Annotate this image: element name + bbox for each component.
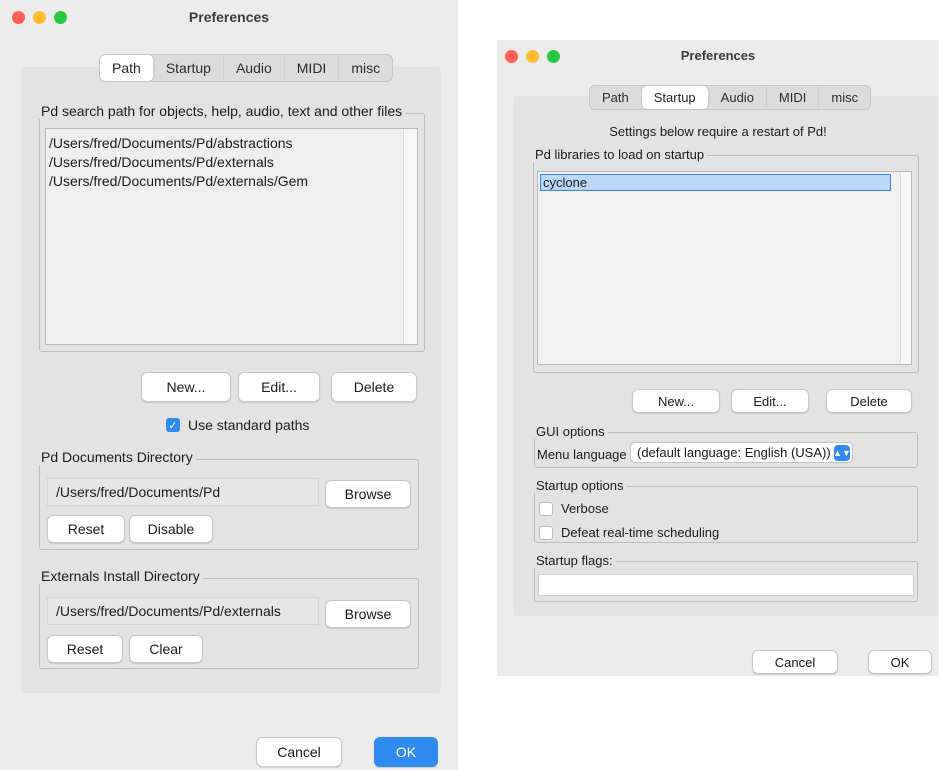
list-scrollbar[interactable] [900,172,911,364]
externals-dir-legend: Externals Install Directory [38,568,203,584]
tab-startup[interactable]: Startup [641,86,709,109]
list-item[interactable]: /Users/fred/Documents/Pd/abstractions [49,134,417,153]
tab-midi[interactable]: MIDI [285,55,340,81]
tab-bar: Path Startup Audio MIDI misc [99,54,394,82]
window-title: Preferences [680,48,756,63]
defeat-rt-label: Defeat real-time scheduling [561,525,720,540]
menu-language-label: Menu language [537,447,627,462]
menu-language-value: (default language: English (USA)) [637,445,831,460]
documents-disable-button[interactable]: Disable [129,515,213,543]
tab-audio[interactable]: Audio [709,86,767,109]
defeat-rt-box[interactable] [539,525,553,540]
startup-flags-legend: Startup flags: [533,553,616,568]
title-bar: Preferences [497,40,939,76]
libraries-list[interactable]: cyclone [537,171,912,365]
list-item[interactable]: cyclone [540,174,891,191]
preferences-window-path: Preferences Path Startup Audio MIDI misc… [0,0,458,770]
documents-reset-button[interactable]: Reset [47,515,125,543]
verbose-checkbox[interactable]: Verbose [539,501,609,516]
externals-browse-button[interactable]: Browse [325,600,411,628]
documents-dir-legend: Pd Documents Directory [38,449,196,465]
preferences-window-startup: Preferences Path Startup Audio MIDI misc… [497,40,939,676]
chevron-up-down-icon[interactable]: ▲▼ [833,445,851,461]
search-path-group: Pd search path for objects, help, audio,… [38,103,425,352]
tab-path[interactable]: Path [590,86,642,109]
libraries-legend: Pd libraries to load on startup [532,147,708,162]
startup-flags-input[interactable] [538,574,914,596]
tab-midi[interactable]: MIDI [767,86,820,109]
search-path-list[interactable]: /Users/fred/Documents/Pd/abstractions /U… [45,128,418,345]
edit-library-button[interactable]: Edit... [731,389,809,413]
cancel-button[interactable]: Cancel [256,737,342,767]
new-library-button[interactable]: New... [632,389,720,413]
tab-misc[interactable]: misc [339,55,392,81]
verbose-box[interactable] [539,501,553,516]
menu-language-select[interactable]: (default language: English (USA)) ▲▼ [630,442,853,463]
externals-clear-button[interactable]: Clear [129,635,203,663]
startup-options-legend: Startup options [533,478,627,493]
use-standard-paths-label: Use standard paths [188,417,310,433]
delete-library-button[interactable]: Delete [826,389,912,413]
list-item[interactable]: /Users/fred/Documents/Pd/externals [49,153,417,172]
window-title: Preferences [188,9,270,25]
tab-bar: Path Startup Audio MIDI misc [589,85,872,110]
ok-button[interactable]: OK [374,737,438,767]
list-item[interactable]: /Users/fred/Documents/Pd/externals/Gem [49,172,417,191]
edit-path-button[interactable]: Edit... [238,372,320,402]
documents-browse-button[interactable]: Browse [325,480,411,508]
checkmark-icon[interactable]: ✓ [166,418,180,432]
delete-path-button[interactable]: Delete [331,372,417,402]
cancel-button[interactable]: Cancel [752,650,838,674]
externals-dir-field[interactable]: /Users/fred/Documents/Pd/externals [47,597,319,625]
libraries-group: Pd libraries to load on startup cyclone [532,147,919,373]
new-path-button[interactable]: New... [141,372,231,402]
list-scrollbar[interactable] [403,129,417,344]
title-bar: Preferences [0,0,458,36]
documents-dir-field[interactable]: /Users/fred/Documents/Pd [47,478,319,506]
gui-options-legend: GUI options [533,424,608,439]
tab-path[interactable]: Path [100,55,154,81]
search-path-legend: Pd search path for objects, help, audio,… [38,103,406,119]
ok-button[interactable]: OK [868,650,932,674]
use-standard-paths-checkbox[interactable]: ✓ Use standard paths [166,417,309,433]
externals-reset-button[interactable]: Reset [47,635,123,663]
defeat-rt-checkbox[interactable]: Defeat real-time scheduling [539,525,719,540]
verbose-label: Verbose [561,501,609,516]
restart-notice: Settings below require a restart of Pd! [609,124,827,139]
tab-startup[interactable]: Startup [154,55,224,81]
tab-misc[interactable]: misc [819,86,870,109]
tab-audio[interactable]: Audio [224,55,285,81]
